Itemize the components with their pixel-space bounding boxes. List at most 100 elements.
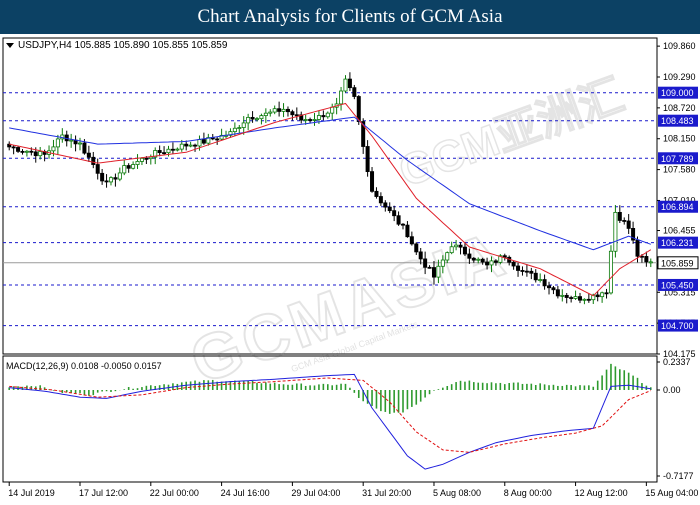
- chart-area: GCMASIA GCM Asia Global Capital Markets GC…: [0, 36, 700, 500]
- candle-body: [423, 258, 428, 268]
- candle: [374, 187, 379, 199]
- candle-body: [246, 116, 251, 124]
- candle-body: [126, 165, 131, 169]
- candle: [582, 298, 587, 305]
- candle: [16, 145, 21, 153]
- candle: [617, 205, 622, 224]
- price-tick-label: 106.455: [663, 226, 696, 236]
- candle: [104, 174, 109, 188]
- macd-header: MACD(12,26,9) 0.0108 -0.0050 0.0157: [6, 361, 162, 371]
- candle-body: [538, 279, 543, 281]
- candle: [228, 128, 233, 138]
- x-tick-label: 22 Jul 00:00: [150, 488, 199, 498]
- level-label: 104.700: [661, 321, 694, 331]
- candle-body: [321, 115, 326, 118]
- candle: [219, 128, 224, 141]
- price-tick-label: 108.720: [663, 103, 696, 113]
- candle: [277, 101, 282, 117]
- candle-body: [600, 292, 605, 298]
- candle: [383, 200, 388, 212]
- candle-body: [339, 90, 344, 105]
- candle-body: [644, 256, 649, 263]
- candle-body: [383, 202, 388, 208]
- candle: [237, 124, 242, 134]
- candle-body: [263, 112, 268, 117]
- price-tick-label: 109.860: [663, 41, 696, 51]
- candle: [193, 143, 198, 152]
- candle-body: [268, 111, 273, 114]
- candle-body: [520, 270, 525, 272]
- candle: [378, 192, 383, 206]
- candle: [401, 223, 406, 230]
- candle-body: [82, 142, 87, 154]
- candle: [91, 151, 96, 169]
- candle: [569, 295, 574, 303]
- candle-body: [108, 177, 113, 183]
- level-label: 109.000: [661, 88, 694, 98]
- dropdown-triangle-icon: [6, 42, 14, 48]
- candle-body: [259, 115, 264, 120]
- candle-body: [471, 257, 476, 261]
- candle: [157, 145, 162, 157]
- candle: [20, 149, 25, 155]
- candle-body: [374, 190, 379, 197]
- candle: [352, 84, 357, 100]
- candle: [564, 292, 569, 304]
- candle: [347, 72, 352, 91]
- macd-panel: 0.2337 0.00 -0.7177: [2, 355, 694, 483]
- candle-body: [458, 244, 463, 248]
- candle: [135, 154, 140, 169]
- candle: [285, 106, 290, 117]
- candle: [586, 293, 591, 303]
- candle-body: [303, 119, 308, 121]
- candle-body: [285, 108, 290, 113]
- candle-body: [445, 252, 450, 261]
- candle-body: [122, 165, 127, 174]
- candle: [117, 167, 122, 182]
- candle: [555, 285, 560, 299]
- candle: [162, 146, 167, 155]
- candle-body: [148, 156, 153, 160]
- candle: [560, 289, 565, 302]
- candle-body: [113, 177, 118, 180]
- x-tick-label: 14 Jul 2019: [8, 488, 55, 498]
- candle-body: [524, 270, 529, 273]
- candle-body: [436, 265, 441, 278]
- candle-body: [55, 138, 60, 148]
- candle: [392, 205, 397, 222]
- candle-body: [595, 294, 600, 298]
- candle-body: [11, 146, 16, 149]
- candle-body: [476, 258, 481, 261]
- candle-body: [387, 206, 392, 212]
- candle: [533, 269, 538, 283]
- candle-body: [86, 152, 91, 158]
- candle: [405, 221, 410, 238]
- candle: [113, 173, 118, 187]
- candle: [409, 231, 414, 246]
- candle-body: [312, 119, 317, 121]
- candle-body: [378, 196, 383, 204]
- candle-body: [449, 246, 454, 254]
- candle: [325, 111, 330, 119]
- candle-body: [20, 150, 25, 153]
- candle: [299, 111, 304, 124]
- candle-body: [427, 266, 432, 269]
- candle-body: [51, 146, 56, 152]
- x-tick-label: 15 Aug 04:00: [645, 488, 698, 498]
- candle: [60, 128, 65, 143]
- candle: [551, 285, 556, 295]
- candle-body: [617, 211, 622, 221]
- x-tick-label: 17 Jul 12:00: [79, 488, 128, 498]
- candle: [126, 163, 131, 173]
- candle-body: [100, 172, 105, 182]
- candle-body: [396, 215, 401, 225]
- candle: [613, 205, 618, 258]
- candle-body: [431, 267, 436, 278]
- candle: [626, 214, 631, 234]
- price-panel: GCMASIAGCM Asia Global Capital MarketsGC…: [2, 37, 699, 398]
- macd-tick-label: 0.00: [663, 385, 681, 395]
- level-label: 107.789: [661, 154, 694, 164]
- candle-body: [365, 146, 370, 173]
- macd-tick-label: 0.2337: [663, 357, 691, 367]
- candle: [263, 108, 268, 123]
